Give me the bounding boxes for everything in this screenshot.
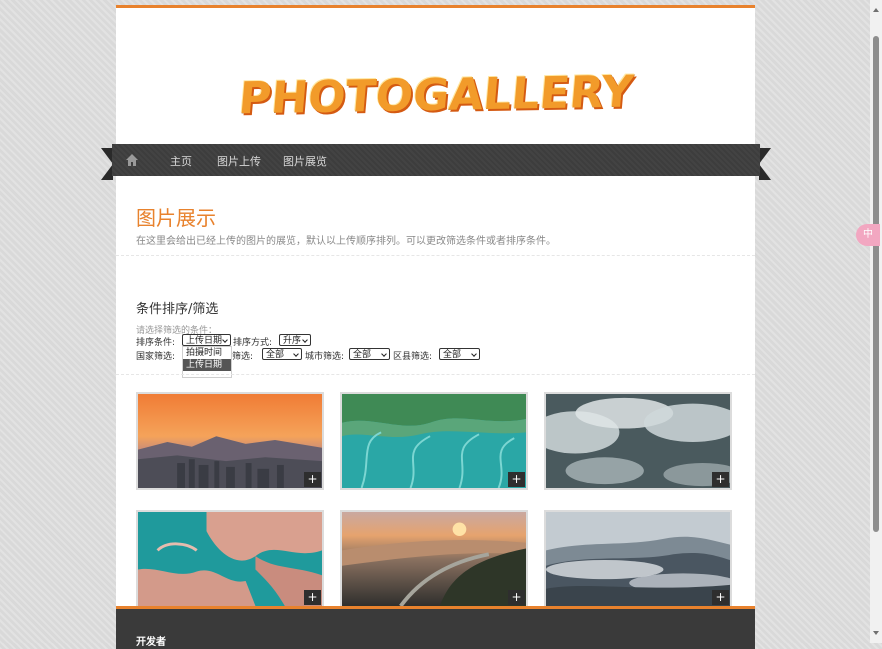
photo-thumb[interactable]: + — [340, 392, 528, 490]
city-filter-select[interactable]: 全部 — [349, 348, 390, 360]
sort-field-select[interactable]: 上传日期 — [182, 334, 231, 346]
nav-item-gallery[interactable]: 图片展览 — [283, 153, 327, 169]
city-filter-label: 城市筛选: — [305, 352, 345, 362]
clouds-mountain-image — [546, 394, 730, 488]
photo-thumb[interactable]: + — [136, 510, 324, 608]
province-filter-label: 筛选: — [232, 352, 254, 362]
photo-thumb[interactable]: + — [136, 392, 324, 490]
plus-icon[interactable]: + — [508, 590, 525, 605]
foggy-mountains-image — [546, 512, 730, 606]
dropdown-option[interactable]: 拍摄时间 — [183, 347, 231, 359]
district-filter-select[interactable]: 全部 — [439, 348, 480, 360]
sort-order-label: 排序方式: — [233, 338, 273, 348]
main-navbar: 主页 图片上传 图片展览 — [101, 144, 771, 180]
dropdown-option-selected[interactable]: 上传日期 — [183, 359, 231, 371]
scrollbar[interactable] — [870, 0, 882, 643]
plus-icon[interactable]: + — [712, 472, 729, 487]
scroll-up-icon[interactable] — [873, 8, 879, 12]
photo-gallery: + + + + + + — [136, 392, 736, 608]
province-filter-select[interactable]: 全部 — [262, 348, 302, 360]
district-filter-label: 区县筛选: — [393, 352, 433, 362]
nav-item-home[interactable]: 主页 — [170, 153, 192, 169]
sort-field-label: 排序条件: — [136, 338, 176, 348]
plus-icon[interactable]: + — [712, 590, 729, 605]
plus-icon[interactable]: + — [508, 472, 525, 487]
photo-thumb[interactable]: + — [544, 392, 732, 490]
divider — [116, 374, 755, 375]
filter-section-title: 条件排序/筛选 — [136, 302, 219, 317]
side-floating-button[interactable]: 中 — [856, 224, 880, 246]
scroll-down-icon[interactable] — [873, 631, 879, 635]
nav-item-upload[interactable]: 图片上传 — [217, 153, 261, 169]
header-logo-area: PHOTOGALLERY — [116, 8, 755, 144]
scroll-thumb[interactable] — [873, 36, 879, 532]
tidal-flats-image — [342, 394, 526, 488]
page-description: 在这里会给出已经上传的图片的展览，默认以上传顺序排列。可以更改筛选条件或者排序条… — [136, 236, 556, 247]
navbar-bar: 主页 图片上传 图片展览 — [112, 144, 760, 176]
photo-thumb[interactable]: + — [544, 510, 732, 608]
navbar-ribbon-right — [759, 148, 771, 180]
plus-icon[interactable]: + — [304, 590, 321, 605]
home-icon[interactable] — [125, 153, 139, 167]
beach-sunrise-image — [342, 512, 526, 606]
sort-order-select[interactable]: 升序 — [279, 334, 311, 346]
sunset-city-image — [138, 394, 322, 488]
coral-island-image — [138, 512, 322, 606]
page-title: 图片展示 — [136, 206, 216, 230]
photo-thumb[interactable]: + — [340, 510, 528, 608]
plus-icon[interactable]: + — [304, 472, 321, 487]
logo: PHOTOGALLERY — [236, 66, 636, 125]
country-filter-label: 国家筛选: — [136, 352, 176, 362]
divider — [116, 255, 755, 256]
page-container: PHOTOGALLERY 图片展示 在这里会给出已经上传的图片的展览，默认以上传… — [116, 5, 755, 649]
footer-developer-title: 开发者 — [136, 637, 166, 648]
